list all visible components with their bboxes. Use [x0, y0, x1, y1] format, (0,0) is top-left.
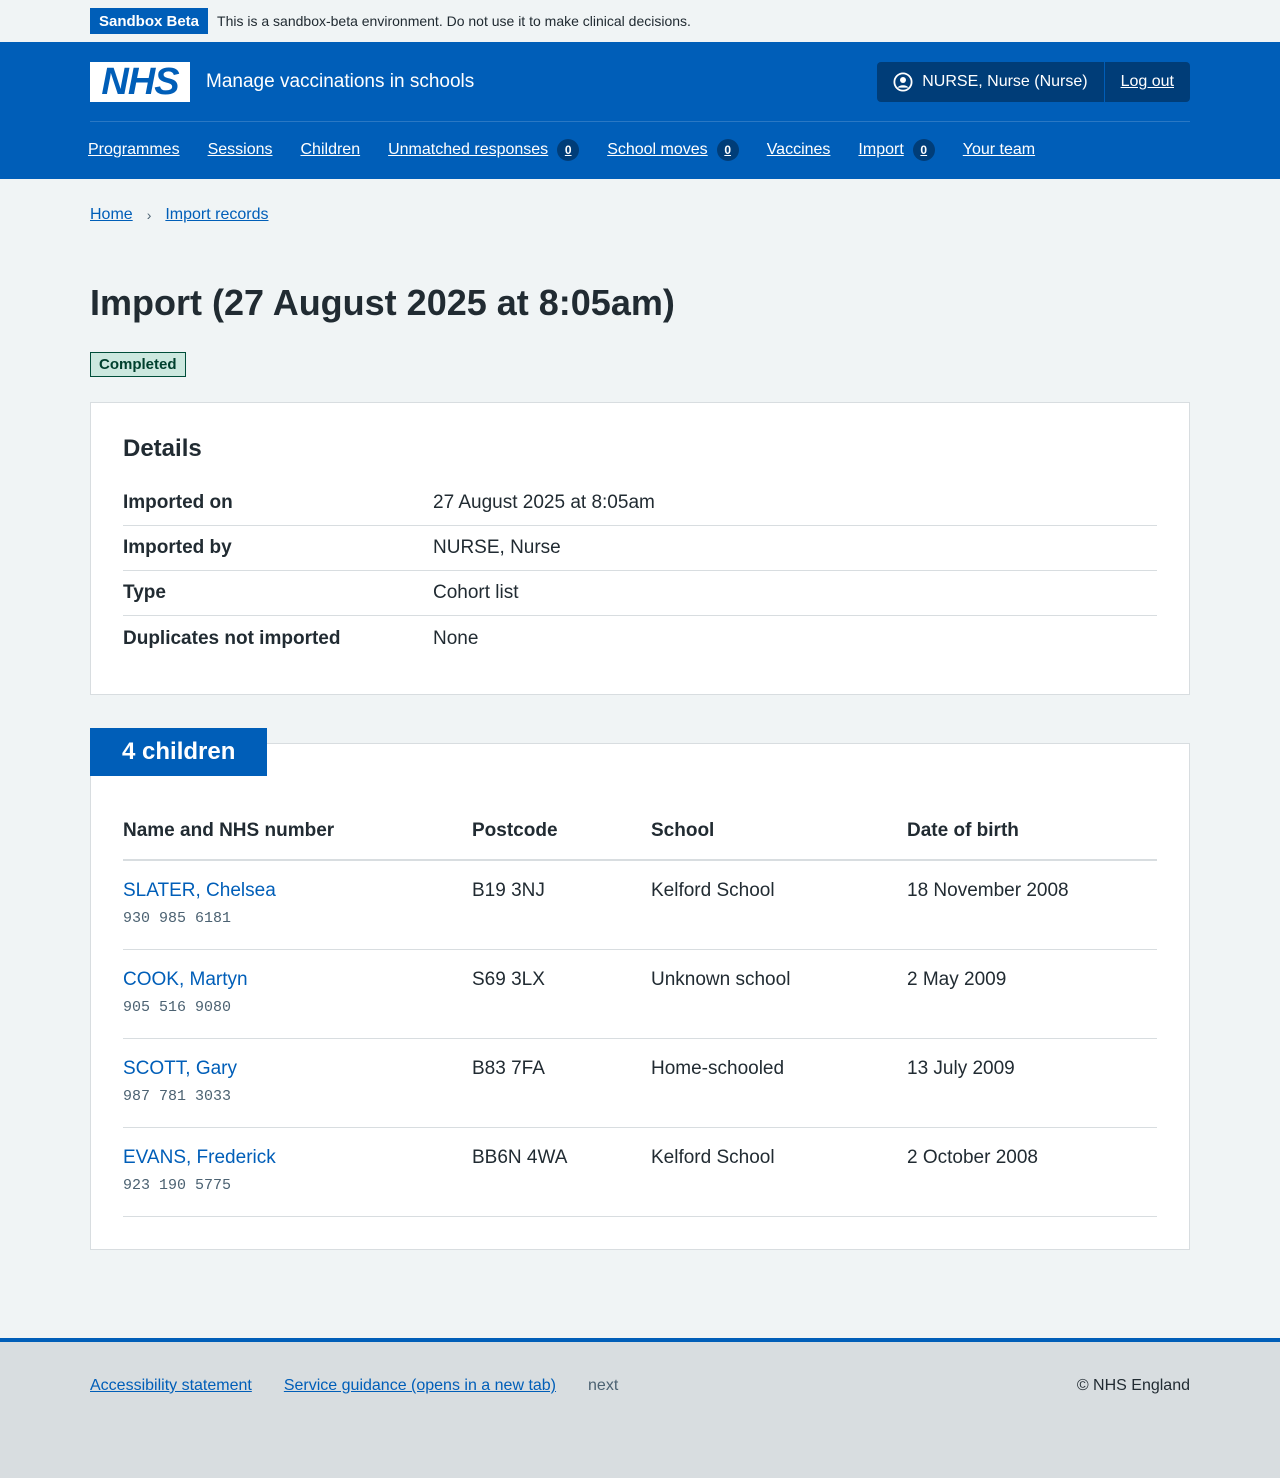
environment-tag: Sandbox Beta [90, 8, 209, 34]
nav-sessions[interactable]: Sessions [208, 141, 273, 159]
summary-value: None [433, 627, 479, 649]
summary-key: Type [123, 582, 166, 604]
nav-vaccines[interactable]: Vaccines [767, 141, 831, 159]
breadcrumb: Home › Import records [90, 179, 1190, 251]
nhs-number: 987 781 3033 [123, 1087, 232, 1105]
footer-inner: Accessibility statement Service guidance… [90, 1342, 1190, 1430]
version-label: next [588, 1377, 619, 1394]
table-row: SCOTT, Gary 987 781 3033 B83 7FA Home-sch… [123, 1038, 1157, 1128]
postcode-cell: S69 3LX [472, 949, 651, 1039]
service-name[interactable]: Manage vaccinations in schools [206, 71, 474, 93]
nav-your-team-label: Your team [962, 141, 1036, 158]
column-header-dob: Date of birth [907, 812, 1157, 862]
nav-unmatched-responses[interactable]: Unmatched responses 0 [388, 139, 580, 161]
summary-value: Cohort list [433, 582, 519, 604]
accessibility-statement-link[interactable]: Accessibility statement [90, 1377, 252, 1395]
unmatched-responses-count-badge: 0 [557, 139, 580, 161]
school-cell: Unknown school [651, 949, 907, 1039]
children-count-heading: 4 children [90, 728, 268, 777]
column-header-name: Name and NHS number [123, 812, 472, 862]
main-content: Home › Import records Import (27 August … [0, 179, 1280, 1251]
column-header-postcode: Postcode [472, 812, 651, 862]
postcode-cell: BB6N 4WA [472, 1127, 651, 1217]
nav-programmes[interactable]: Programmes [88, 141, 180, 159]
table-row: EVANS, Frederick 923 190 5775 BB6N 4WA Ke… [123, 1127, 1157, 1217]
school-cell: Home-schooled [651, 1038, 907, 1128]
page-title: Import (27 August 2025 at 8:05am) [90, 282, 675, 323]
dob-cell: 2 October 2008 [907, 1127, 1157, 1217]
summary-key: Imported by [123, 537, 232, 559]
nhs-number: 923 190 5775 [123, 1176, 232, 1194]
nhs-logo[interactable]: NHS [90, 60, 190, 103]
copyright: © NHS England [1076, 1377, 1190, 1394]
logout-link[interactable]: Log out [1105, 62, 1190, 102]
school-cell: Kelford School [651, 1127, 907, 1217]
nav-children[interactable]: Children [301, 141, 361, 159]
details-card: Details Imported on 27 August 2025 at 8:… [90, 402, 1190, 696]
summary-value: NURSE, Nurse [433, 537, 561, 559]
children-table: Name and NHS number Postcode School Date… [123, 812, 1157, 1217]
summary-value: 27 August 2025 at 8:05am [433, 492, 655, 514]
breadcrumb-import-records[interactable]: Import records [165, 206, 268, 224]
footer-links: Accessibility statement Service guidance… [90, 1377, 618, 1395]
table-row: SLATER, Chelsea 930 985 6181 B19 3NJ Kelf… [123, 860, 1157, 950]
nav-unmatched-responses-label: Unmatched responses [388, 141, 549, 158]
dob-cell: 13 July 2009 [907, 1038, 1157, 1128]
children-section: 4 children Name and NHS number Postcode … [90, 728, 1190, 1251]
nav-import[interactable]: Import 0 [858, 139, 935, 161]
nav-children-label: Children [300, 141, 361, 158]
child-name-link[interactable]: COOK, Martyn [123, 969, 248, 990]
nav-sessions-label: Sessions [207, 141, 273, 158]
nav-programmes-label: Programmes [88, 141, 180, 158]
summary-row-duplicates: Duplicates not imported None [123, 616, 1157, 661]
service-guidance-link[interactable]: Service guidance (opens in a new tab) [284, 1377, 556, 1395]
header-top: NHS Manage vaccinations in schools NURSE… [90, 42, 1190, 122]
dob-cell: 2 May 2009 [907, 949, 1157, 1039]
child-name-link[interactable]: SCOTT, Gary [123, 1058, 237, 1079]
nav-import-label: Import [858, 141, 904, 158]
chevron-right-icon: › [146, 207, 152, 223]
breadcrumb-home[interactable]: Home [90, 206, 133, 224]
nhs-number: 930 985 6181 [123, 910, 232, 928]
site-footer: Accessibility statement Service guidance… [0, 1338, 1280, 1478]
nav-vaccines-label: Vaccines [766, 141, 831, 158]
environment-warning-text: This is a sandbox-beta environment. Do n… [217, 13, 691, 29]
account-menu: NURSE, Nurse (Nurse) Log out [877, 61, 1190, 102]
child-name-link[interactable]: SLATER, Chelsea [123, 880, 276, 901]
dob-cell: 18 November 2008 [907, 860, 1157, 950]
table-header-row: Name and NHS number Postcode School Date… [123, 812, 1157, 862]
status-badge: Completed [90, 352, 186, 378]
user-icon [893, 71, 913, 92]
account-user: NURSE, Nurse (Nurse) [877, 61, 1105, 102]
school-moves-count-badge: 0 [716, 139, 739, 161]
summary-key: Imported on [123, 492, 233, 514]
environment-banner: Sandbox Beta This is a sandbox-beta envi… [0, 0, 1280, 42]
summary-row-imported-by: Imported by NURSE, Nurse [123, 526, 1157, 572]
summary-row-imported-on: Imported on 27 August 2025 at 8:05am [123, 481, 1157, 527]
table-row: COOK, Martyn 905 516 9080 S69 3LX Unknown… [123, 949, 1157, 1039]
children-card: Name and NHS number Postcode School Date… [90, 743, 1190, 1251]
primary-navigation: Programmes Sessions Children Unmatched r… [88, 122, 1190, 178]
column-header-school: School [651, 812, 907, 862]
nav-school-moves-label: School moves [607, 141, 708, 158]
details-heading: Details [123, 435, 202, 463]
nav-school-moves[interactable]: School moves 0 [607, 139, 739, 161]
postcode-cell: B19 3NJ [472, 860, 651, 950]
school-cell: Kelford School [651, 860, 907, 950]
account-user-name: NURSE, Nurse (Nurse) [922, 72, 1088, 90]
site-header: NHS Manage vaccinations in schools NURSE… [0, 42, 1280, 179]
summary-row-type: Type Cohort list [123, 571, 1157, 617]
nhs-logo-text: NHS [101, 60, 179, 103]
child-name-link[interactable]: EVANS, Frederick [123, 1147, 276, 1168]
import-count-badge: 0 [912, 139, 935, 161]
nav-your-team[interactable]: Your team [963, 141, 1035, 159]
nhs-number: 905 516 9080 [123, 998, 232, 1016]
summary-key: Duplicates not imported [123, 627, 341, 649]
brand[interactable]: NHS Manage vaccinations in schools [90, 60, 474, 103]
postcode-cell: B83 7FA [472, 1038, 651, 1128]
